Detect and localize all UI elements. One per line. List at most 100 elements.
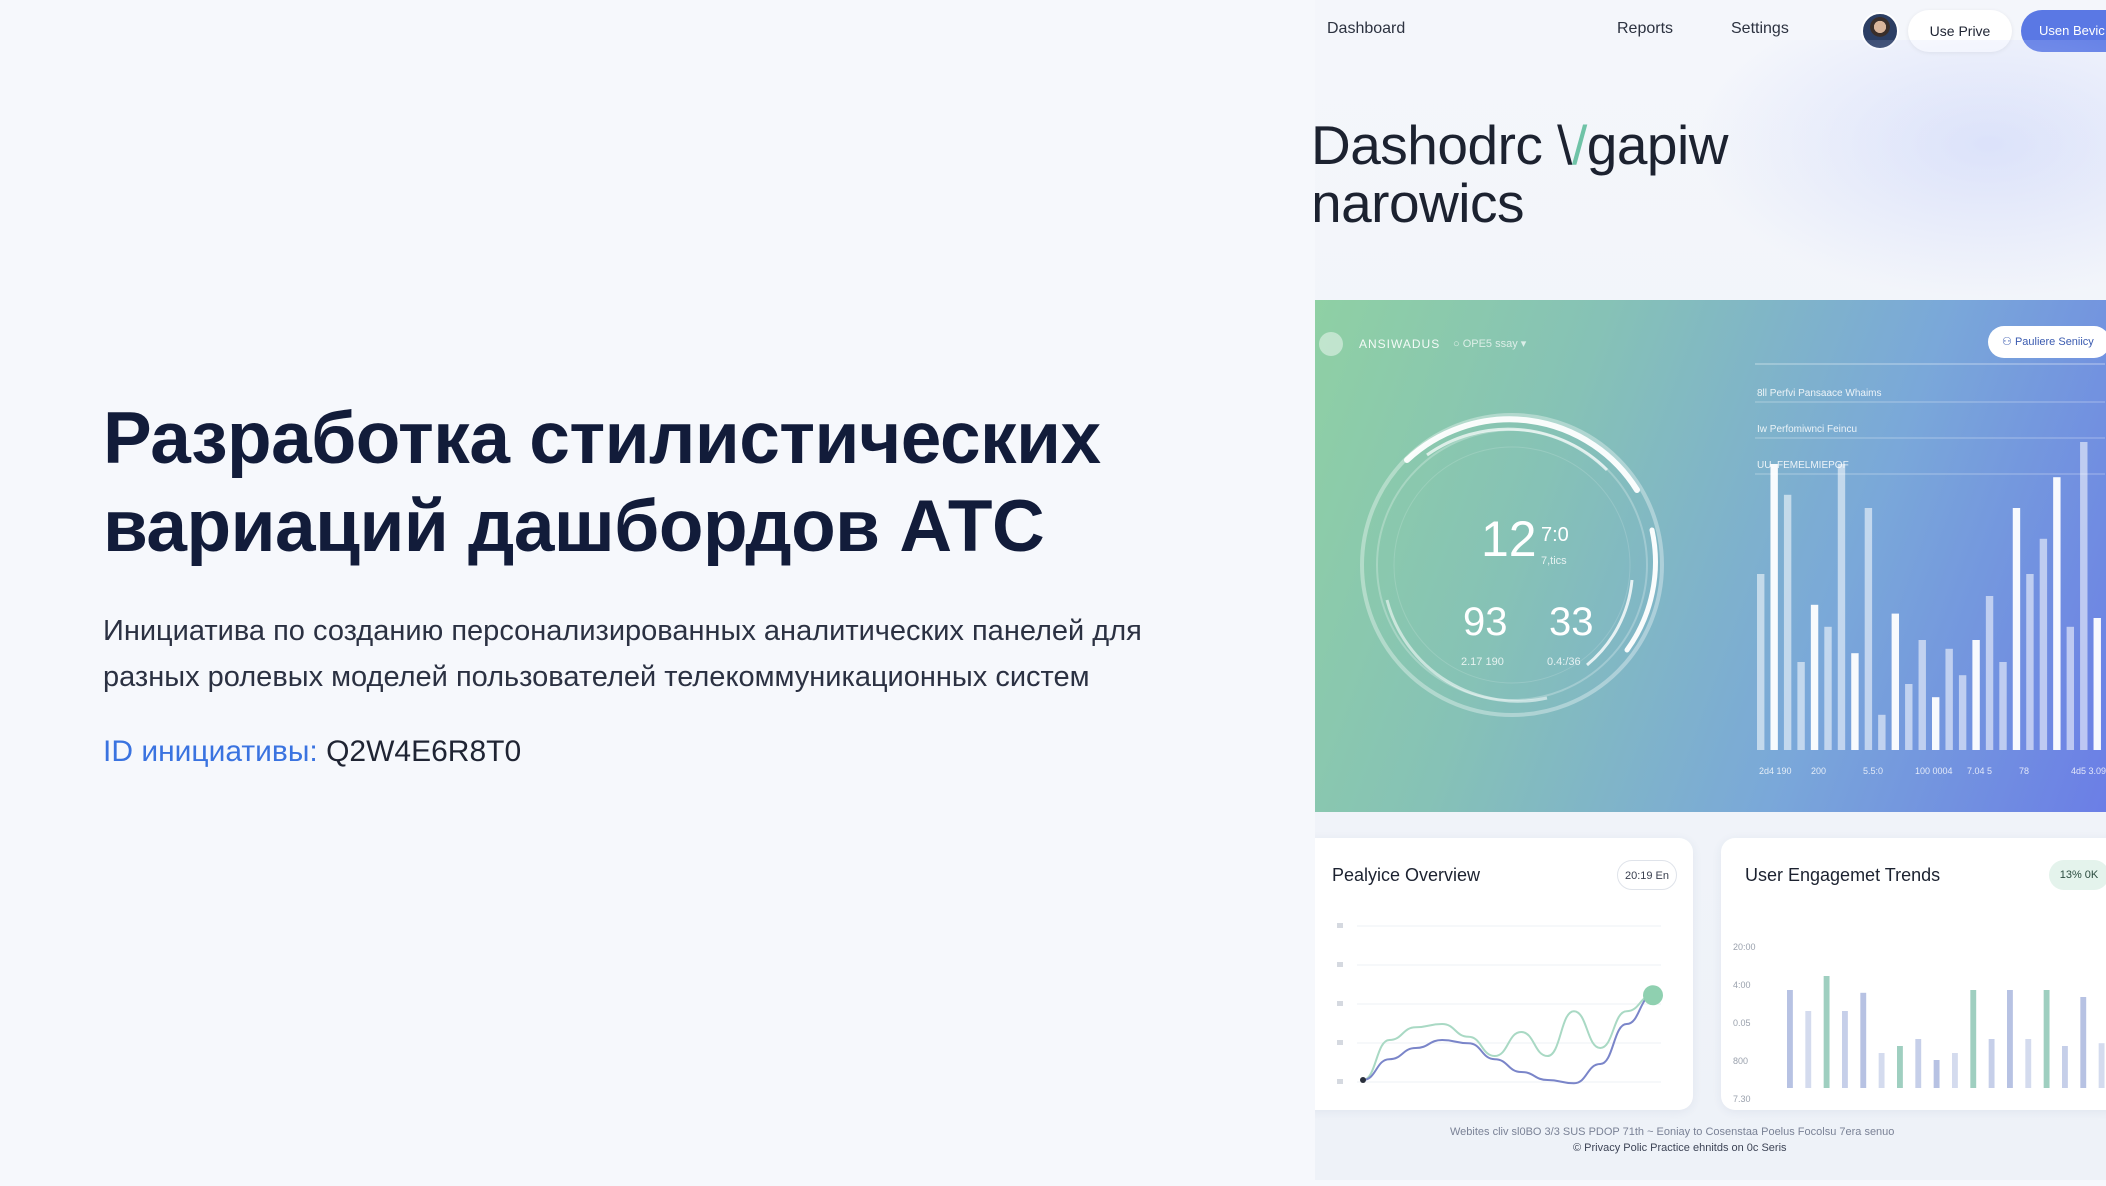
engagement-bar bbox=[1915, 1039, 1922, 1088]
gauge-main-sub: 7,tics bbox=[1541, 555, 1567, 567]
band-bar bbox=[2066, 626, 2075, 750]
engagement-bar bbox=[1805, 1011, 1812, 1088]
y-tick-mark bbox=[1337, 923, 1343, 928]
band-bar bbox=[1770, 464, 1778, 750]
band-bar bbox=[2012, 508, 2021, 750]
engagement-bar bbox=[1787, 990, 1793, 1088]
band-bar-chart: 8ll Perfvi Pansaace Whaims Iw Perfomiwnci… bbox=[1755, 363, 2106, 776]
nav-dashboard: Dashboard bbox=[1327, 20, 1406, 37]
band-bar bbox=[1945, 648, 1953, 750]
band-x-tick: 7.04 5 bbox=[1967, 766, 1992, 776]
initiative-id: ID инициативы: Q2W4E6R8T0 bbox=[103, 730, 521, 774]
band-bar bbox=[1918, 640, 1926, 750]
band-bar bbox=[1824, 626, 1832, 750]
title-line-1: Разработка стилистических bbox=[103, 398, 1101, 479]
card1-title: Pealyice Overview bbox=[1332, 865, 1481, 885]
band-x-tick: 2d4 190 bbox=[1759, 766, 1792, 776]
band-bar bbox=[2093, 618, 2101, 750]
gauge-left-sub: 2.17 190 bbox=[1461, 656, 1504, 668]
card2-ytick: 4:00 bbox=[1733, 980, 1751, 990]
footer-line-2: © Privacy Polic Practice ehnitds on 0c S… bbox=[1573, 1142, 1787, 1154]
line-end-point bbox=[1643, 985, 1663, 1006]
engagement-bar bbox=[1970, 990, 1977, 1088]
band-sub: ○ OPE5 ssay ▾ bbox=[1453, 338, 1527, 350]
page-title: Разработка стилистических вариаций дашбо… bbox=[103, 395, 1283, 571]
initiative-id-label: ID инициативы: bbox=[103, 735, 318, 768]
gauge-right-value: 33 bbox=[1549, 600, 1594, 644]
line-start-point bbox=[1360, 1077, 1366, 1083]
engagement-bar bbox=[2043, 990, 2050, 1088]
hero-glow bbox=[1695, 40, 2106, 300]
dashboard-mockup-image: Dashboard Reports Settings Use Prive Use… bbox=[1315, 0, 2106, 1180]
band-bar bbox=[1891, 613, 1900, 750]
band-bar bbox=[2080, 442, 2088, 750]
band-bar bbox=[1851, 653, 1859, 750]
band-bar bbox=[1905, 684, 1913, 750]
engagement-bar bbox=[2007, 990, 2013, 1088]
band-bar bbox=[2026, 574, 2034, 750]
band-bar bbox=[1810, 604, 1819, 750]
user-engagement-card: User Engagemet Trends 13% 0K 20:00 4:00 … bbox=[1721, 838, 2106, 1110]
y-tick-mark bbox=[1337, 1001, 1343, 1006]
y-tick-mark bbox=[1337, 962, 1343, 967]
engagement-bar bbox=[2080, 997, 2087, 1088]
footer-line-1: Webites cliv sl0BO 3/3 SUS PDOP 71th ~ E… bbox=[1450, 1126, 1895, 1138]
engagement-bar-chart bbox=[1787, 976, 2105, 1088]
engagement-bar bbox=[2062, 1046, 2068, 1088]
card2-title: User Engagemet Trends bbox=[1745, 865, 1941, 885]
band-bar bbox=[1972, 640, 1980, 750]
mockup-hero-title: Dashodrc \/gapiw narowics bbox=[1315, 116, 1728, 232]
card2-chip: 13% 0K bbox=[2049, 860, 2106, 890]
y-tick-mark bbox=[1337, 1040, 1343, 1045]
user-icon: ⚇ bbox=[2002, 336, 2012, 348]
band-dot-icon bbox=[1319, 332, 1343, 356]
title-line-2: вариаций дашбордов АТС bbox=[103, 486, 1045, 567]
engagement-bar bbox=[2098, 1043, 2105, 1088]
nav-settings: Settings bbox=[1731, 20, 1789, 37]
band-bar bbox=[1837, 464, 1846, 750]
hero-line-1b: gap bbox=[1586, 114, 1678, 176]
band-pill: ⚇ Pauliere Seniicy bbox=[1988, 326, 2106, 358]
card2-ytick: 20:00 bbox=[1733, 942, 1756, 952]
band-bar bbox=[2053, 477, 2061, 750]
nav-reports: Reports bbox=[1617, 20, 1674, 37]
band-bar bbox=[1757, 574, 1765, 750]
band-x-tick: 100 0004 bbox=[1915, 766, 1953, 776]
line-chart bbox=[1337, 923, 1663, 1085]
engagement-bar bbox=[1823, 976, 1830, 1088]
card2-ytick: 0.05 bbox=[1733, 1018, 1751, 1028]
gauge-main-value: 12 bbox=[1481, 511, 1537, 567]
band-x-tick: 78 bbox=[2019, 766, 2029, 776]
band-legend-label: 8ll Perfvi Pansaace Whaims bbox=[1757, 388, 1882, 399]
hero-line-1a: Dashodrc \ bbox=[1315, 114, 1572, 176]
band-bar bbox=[1878, 714, 1886, 750]
hero-line-2: narowics bbox=[1315, 172, 1525, 234]
analytics-band: ANSIWADUS ○ OPE5 ssay ▾ ⚇ Pauliere Senii… bbox=[1315, 300, 2106, 812]
card2-ytick: 7.30 bbox=[1733, 1094, 1751, 1104]
y-tick-mark bbox=[1337, 1079, 1343, 1084]
engagement-bar bbox=[1878, 1053, 1885, 1088]
band-bar bbox=[1932, 697, 1940, 750]
band-bar bbox=[1999, 662, 2007, 750]
band-legend-label: Iw Perfomiwnci Feincu bbox=[1757, 424, 1857, 435]
band-bar bbox=[1985, 596, 1994, 750]
band-x-tick: 4d5 3.090 bbox=[2071, 766, 2106, 776]
band-label: ANSIWADUS bbox=[1359, 337, 1441, 351]
band-bar bbox=[1958, 675, 1967, 750]
gauge-main-sup: 7:0 bbox=[1541, 524, 1569, 546]
engagement-bar bbox=[1897, 1046, 1903, 1088]
engagement-bar bbox=[1842, 1011, 1848, 1088]
left-panel: Разработка стилистических вариаций дашбо… bbox=[0, 0, 1315, 1180]
card2-ytick: 800 bbox=[1733, 1056, 1749, 1066]
band-bar bbox=[1797, 662, 1805, 750]
card1-chip: 20:19 En bbox=[1617, 860, 1677, 890]
engagement-bar bbox=[1860, 992, 1867, 1088]
band-bar bbox=[1783, 494, 1792, 750]
line-series bbox=[1362, 994, 1654, 1081]
gauge-right-sub: 0.4:/36 bbox=[1547, 656, 1581, 668]
engagement-bar bbox=[1933, 1060, 1940, 1088]
band-bar bbox=[2039, 538, 2048, 750]
band-bar bbox=[1864, 508, 1873, 750]
hero-line-1c: iw bbox=[1677, 114, 1728, 176]
subtitle-line-2: разных ролевых моделей пользователей тел… bbox=[103, 661, 1090, 693]
